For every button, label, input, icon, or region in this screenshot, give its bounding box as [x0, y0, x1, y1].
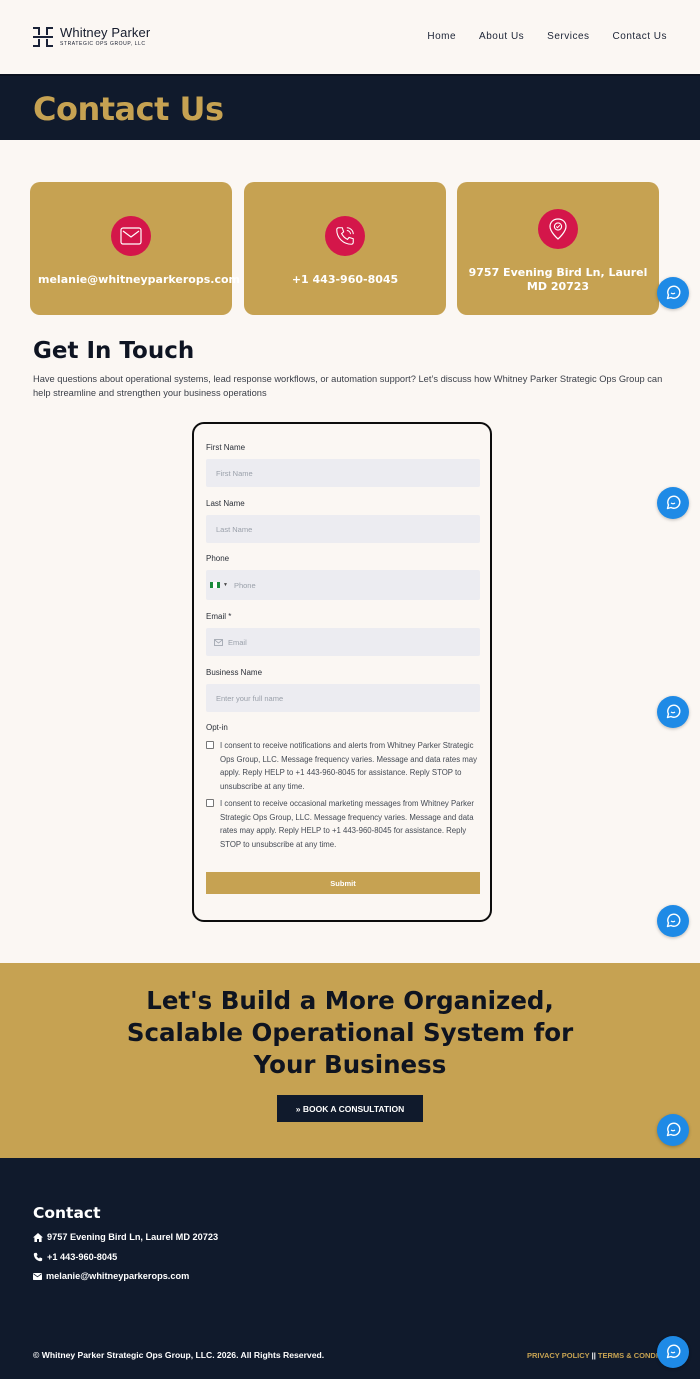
- first-name-input[interactable]: First Name: [206, 459, 480, 487]
- nav-home[interactable]: Home: [427, 31, 456, 42]
- get-in-touch-description: Have questions about operational systems…: [33, 374, 663, 398]
- consent-marketing-text: I consent to receive occasional marketin…: [220, 799, 474, 850]
- email-label: Email *: [206, 612, 232, 621]
- page-hero: Contact Us: [0, 74, 700, 140]
- footer-email: melanie@whitneyparkerops.com: [46, 1271, 190, 1281]
- brand-logo[interactable]: Whitney Parker STRATEGIC OPS GROUP, LLC: [33, 26, 150, 47]
- chat-bubble-icon: [666, 704, 681, 719]
- book-consultation-button[interactable]: » BOOK A CONSULTATION: [277, 1095, 423, 1122]
- nav-contact-us[interactable]: Contact Us: [613, 31, 667, 42]
- chat-widget-button[interactable]: [657, 1114, 689, 1146]
- footer-phone-row[interactable]: +1 443-960-8045: [33, 1252, 117, 1262]
- chat-bubble-icon: [666, 285, 681, 300]
- location-pin-icon: [538, 209, 578, 249]
- contact-form: First Name First Name Last Name Last Nam…: [192, 422, 492, 922]
- cta-section: Let's Build a More Organized, Scalable O…: [0, 963, 700, 1158]
- business-name-placeholder: Enter your full name: [216, 693, 284, 703]
- nav-about-us[interactable]: About Us: [479, 31, 524, 42]
- chat-bubble-icon: [666, 495, 681, 510]
- email-placeholder: Email: [228, 637, 247, 647]
- copyright-text: © Whitney Parker Strategic Ops Group, LL…: [33, 1350, 325, 1360]
- phone-placeholder: Phone: [233, 580, 256, 590]
- phone-icon: [33, 1252, 43, 1262]
- chat-widget-button[interactable]: [657, 696, 689, 728]
- last-name-label: Last Name: [206, 499, 245, 508]
- brand-subtitle: STRATEGIC OPS GROUP, LLC: [60, 41, 146, 47]
- chat-widget-button[interactable]: [657, 1336, 689, 1368]
- phone-input[interactable]: ▼ Phone: [206, 570, 480, 600]
- footer-phone: +1 443-960-8045: [47, 1252, 118, 1262]
- address-card[interactable]: 9757 Evening Bird Ln, Laurel MD 20723: [457, 182, 659, 315]
- opt-in-label: Opt-in: [206, 723, 228, 732]
- consent-notifications-checkbox[interactable]: [206, 741, 214, 749]
- envelope-icon: [111, 216, 151, 256]
- chevron-down-icon: ▼: [223, 582, 228, 588]
- card-phone-text: +1 443-960-8045: [291, 273, 399, 286]
- envelope-icon: [33, 1272, 42, 1280]
- page-title: Contact Us: [33, 90, 224, 128]
- get-in-touch-title: Get In Touch: [33, 338, 195, 364]
- site-footer: Contact 9757 Evening Bird Ln, Laurel MD …: [0, 1158, 700, 1379]
- chat-bubble-icon: [666, 1344, 681, 1359]
- last-name-input[interactable]: Last Name: [206, 515, 480, 543]
- phone-card[interactable]: +1 443-960-8045: [244, 182, 446, 315]
- first-name-placeholder: First Name: [216, 468, 253, 478]
- flag-icon[interactable]: [210, 582, 220, 588]
- phone-label: Phone: [206, 554, 230, 563]
- brand-name: Whitney Parker: [60, 25, 151, 40]
- footer-contact-title: Contact: [33, 1204, 101, 1222]
- main-nav: Home About Us Services Contact Us: [427, 31, 667, 42]
- legal-separator: ||: [589, 1351, 598, 1360]
- card-email-text: melanie@whitneyparkerops.com: [38, 273, 240, 286]
- cta-title: Let's Build a More Organized, Scalable O…: [126, 986, 574, 1079]
- home-icon: [33, 1232, 43, 1242]
- business-name-input[interactable]: Enter your full name: [206, 684, 480, 712]
- last-name-placeholder: Last Name: [216, 524, 253, 534]
- footer-address-row: 9757 Evening Bird Ln, Laurel MD 20723: [33, 1232, 218, 1242]
- consent-notifications-text: I consent to receive notifications and a…: [220, 741, 477, 792]
- footer-email-row[interactable]: melanie@whitneyparkerops.com: [33, 1271, 189, 1281]
- phone-icon: [325, 216, 365, 256]
- logo-mark-icon: [33, 26, 53, 47]
- business-name-label: Business Name: [206, 668, 263, 677]
- email-card[interactable]: melanie@whitneyparkerops.com: [30, 182, 240, 315]
- card-address-text: 9757 Evening Bird Ln, Laurel MD 20723: [468, 266, 648, 293]
- chat-bubble-icon: [666, 913, 681, 928]
- privacy-policy-link[interactable]: PRIVACY POLICY: [527, 1351, 590, 1360]
- nav-services[interactable]: Services: [547, 31, 589, 42]
- chat-widget-button[interactable]: [657, 905, 689, 937]
- first-name-label: First Name: [206, 443, 246, 452]
- site-header: Whitney Parker STRATEGIC OPS GROUP, LLC …: [0, 0, 700, 74]
- footer-legal-links: PRIVACY POLICY || TERMS & CONDITIONS: [527, 1351, 667, 1360]
- footer-address: 9757 Evening Bird Ln, Laurel MD 20723: [47, 1232, 219, 1242]
- envelope-icon: [214, 638, 223, 646]
- consent-marketing-checkbox[interactable]: [206, 799, 214, 807]
- chat-widget-button[interactable]: [657, 277, 689, 309]
- chat-widget-button[interactable]: [657, 487, 689, 519]
- email-input[interactable]: Email: [206, 628, 480, 656]
- submit-button[interactable]: Submit: [206, 872, 480, 894]
- chat-bubble-icon: [666, 1122, 681, 1137]
